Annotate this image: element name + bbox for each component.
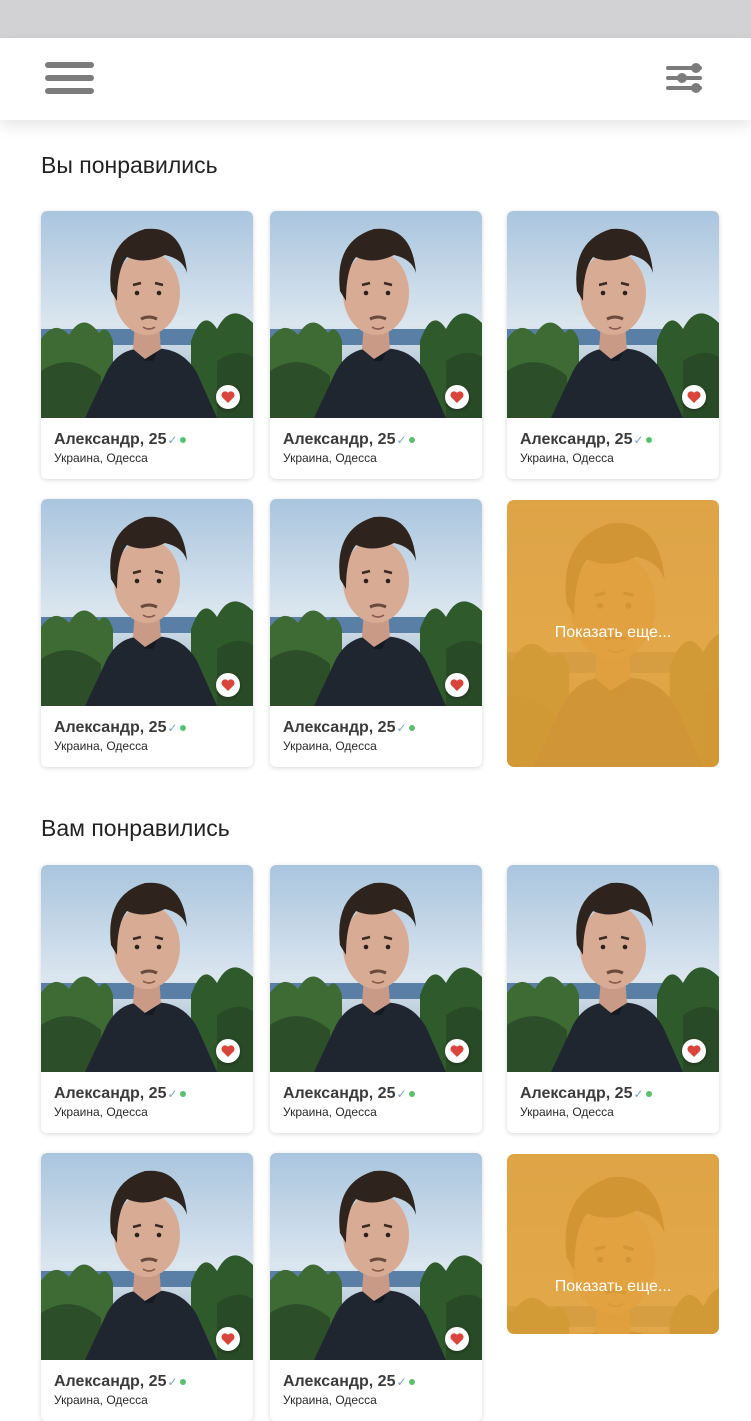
profile-card[interactable]: Александр, 25 ✓ Украина, Одесса [41,865,253,1133]
show-more-label: Показать еще... [554,1278,672,1295]
online-dot-icon [179,437,186,443]
heart-icon [221,1045,235,1057]
heart-icon [450,1045,464,1057]
online-dot-icon [179,1379,186,1385]
like-button[interactable] [216,1039,240,1063]
profile-location: Украина, Одесса [54,1105,148,1119]
like-button[interactable] [216,385,240,409]
profile-name: Александр, 25 [54,1085,167,1102]
profile-name: Александр, 25 [54,431,167,448]
menu-icon-bar [45,75,94,81]
profile-name: Александр, 25 [54,719,167,736]
profile-card[interactable]: Александр, 25 ✓ Украина, Одесса [41,1153,253,1421]
checkmark-icon: ✓ [167,433,178,447]
like-button[interactable] [445,1327,469,1351]
heart-icon [687,1045,701,1057]
like-button[interactable] [445,1039,469,1063]
profile-name: Александр, 25 [283,1085,396,1102]
checkmark-icon: ✓ [396,721,407,735]
like-button[interactable] [216,1327,240,1351]
online-dot-icon [408,1091,415,1097]
like-button[interactable] [682,385,706,409]
like-button[interactable] [445,385,469,409]
profile-location: Украина, Одесса [283,1105,377,1119]
online-dot-icon [179,1091,186,1097]
menu-button[interactable] [45,62,95,98]
heart-icon [221,679,235,691]
filter-button[interactable] [664,60,704,96]
checkmark-icon: ✓ [167,721,178,735]
heart-icon [221,391,235,403]
profile-name: Александр, 25 [283,719,396,736]
profile-name: Александр, 25 [520,1085,633,1102]
checkmark-icon: ✓ [167,1087,178,1101]
profile-card[interactable]: Александр, 25 ✓ Украина, Одесса [270,865,482,1133]
menu-icon-bar [45,88,94,94]
heart-icon [221,1333,235,1345]
heart-icon [687,391,701,403]
profile-location: Украина, Одесса [283,451,377,465]
checkmark-icon: ✓ [396,1375,407,1389]
online-dot-icon [179,725,186,731]
section-title-liked-you: Вы понравились [41,152,218,178]
online-dot-icon [408,437,415,443]
like-button[interactable] [216,673,240,697]
checkmark-icon: ✓ [633,433,644,447]
profile-card[interactable]: Александр, 25 ✓ Украина, Одесса [270,211,482,479]
profile-location: Украина, Одесса [54,739,148,753]
show-more-button[interactable]: Показать еще... [507,500,719,767]
faded-portrait [507,1154,719,1334]
profile-name: Александр, 25 [283,1373,396,1390]
status-bar [0,0,751,38]
heart-icon [450,391,464,403]
show-more-label: Показать еще... [554,624,672,641]
profile-name: Александр, 25 [54,1373,167,1390]
menu-icon-bar [45,62,94,68]
section-title-you-liked: Вам понравились [41,815,230,841]
profile-location: Украина, Одесса [283,739,377,753]
profile-card[interactable]: Александр, 25 ✓ Украина, Одесса [270,1153,482,1421]
checkmark-icon: ✓ [633,1087,644,1101]
profile-name: Александр, 25 [283,431,396,448]
profile-location: Украина, Одесса [520,451,614,465]
profile-card[interactable]: Александр, 25 ✓ Украина, Одесса [507,211,719,479]
profile-location: Украина, Одесса [54,1393,148,1407]
profile-location: Украина, Одесса [283,1393,377,1407]
heart-icon [450,679,464,691]
profile-card[interactable]: Александр, 25 ✓ Украина, Одесса [507,865,719,1133]
online-dot-icon [645,1091,652,1097]
app-header [0,38,751,120]
online-dot-icon [408,725,415,731]
profile-location: Украина, Одесса [54,451,148,465]
online-dot-icon [408,1379,415,1385]
profile-card[interactable]: Александр, 25 ✓ Украина, Одесса [41,499,253,767]
checkmark-icon: ✓ [167,1375,178,1389]
checkmark-icon: ✓ [396,1087,407,1101]
online-dot-icon [645,437,652,443]
profile-card[interactable]: Александр, 25 ✓ Украина, Одесса [41,211,253,479]
filter-sliders-icon [666,63,702,93]
profile-card[interactable]: Александр, 25 ✓ Украина, Одесса [270,499,482,767]
like-button[interactable] [445,673,469,697]
heart-icon [450,1333,464,1345]
checkmark-icon: ✓ [396,433,407,447]
show-more-button[interactable]: Показать еще... [507,1154,719,1334]
profile-location: Украина, Одесса [520,1105,614,1119]
profile-name: Александр, 25 [520,431,633,448]
like-button[interactable] [682,1039,706,1063]
